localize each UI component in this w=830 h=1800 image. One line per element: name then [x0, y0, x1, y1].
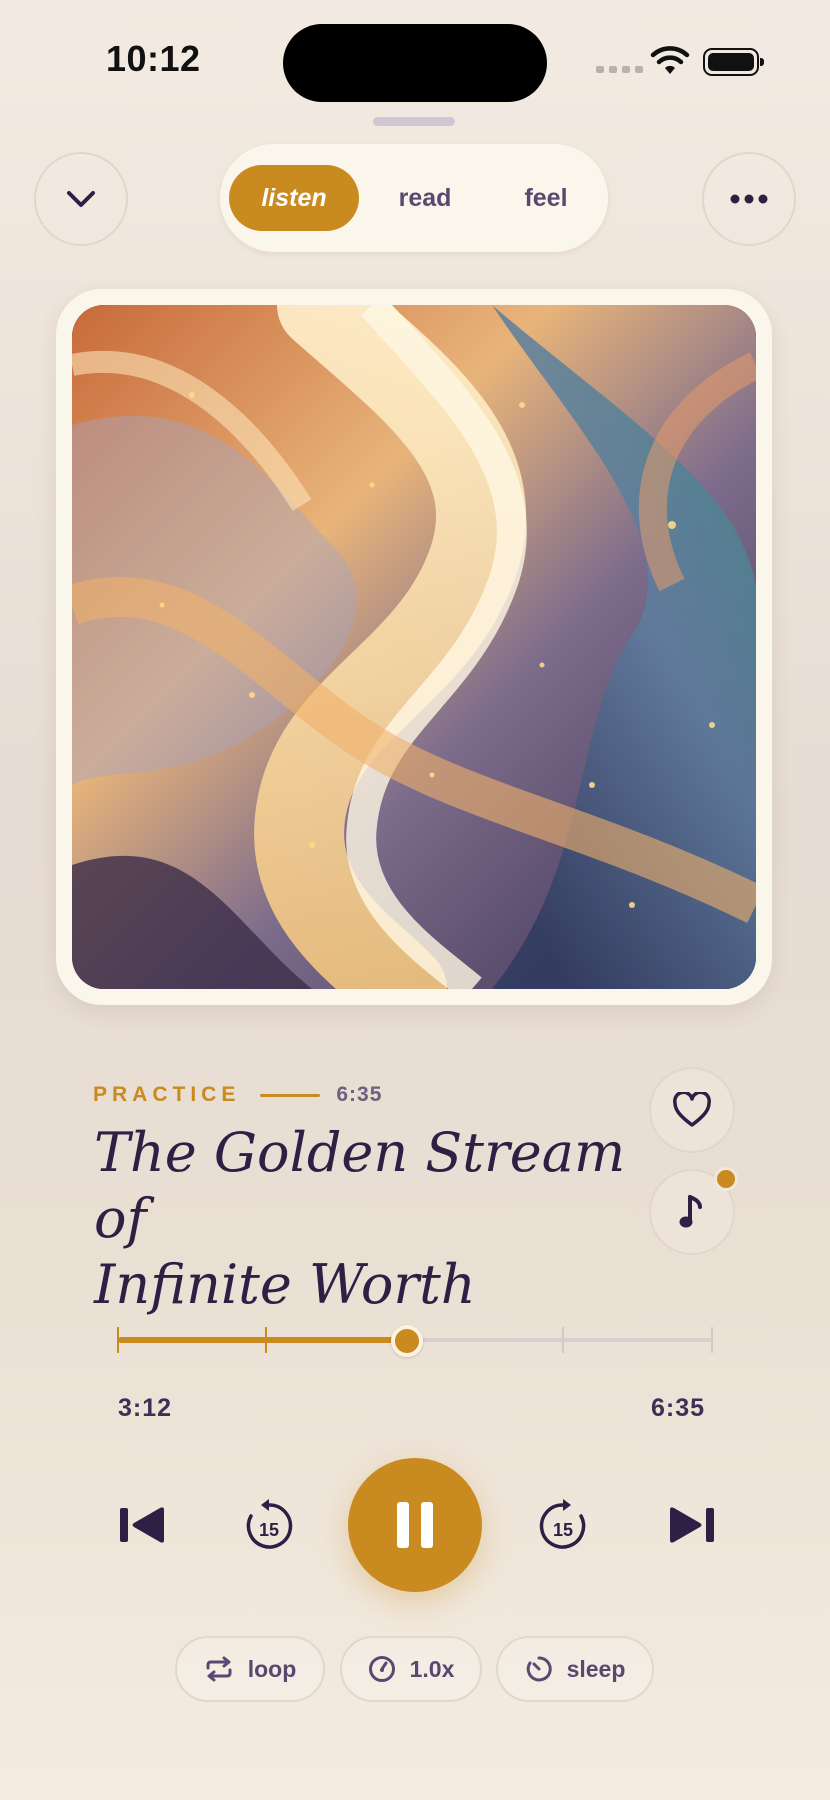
track-title-line1: The Golden Stream of [94, 1121, 626, 1250]
cellular-signal-icon [596, 66, 643, 73]
previous-track-button[interactable] [110, 1495, 174, 1555]
loop-label: loop [247, 1655, 297, 1682]
music-note-icon [679, 1195, 702, 1228]
skip-back-icon [120, 1507, 164, 1543]
total-time: 6:35 [651, 1394, 706, 1422]
chapter-marker [711, 1327, 713, 1353]
sleep-timer-button[interactable]: sleep [496, 1636, 654, 1702]
artwork-frame [56, 289, 772, 1005]
rewind-15-button[interactable]: 15 [239, 1495, 299, 1555]
wifi-icon [650, 46, 690, 74]
tab-feel[interactable]: feel [491, 165, 601, 231]
speed-label: 1.0x [409, 1655, 455, 1682]
progress-fill [118, 1337, 407, 1343]
timer-icon [526, 1656, 552, 1682]
svg-text:15: 15 [553, 1520, 573, 1540]
collapse-button[interactable] [34, 152, 128, 246]
skip-forward-icon [670, 1507, 714, 1543]
repeat-icon [206, 1656, 232, 1682]
mode-segmented-control: listen read feel [220, 144, 608, 252]
next-track-button[interactable] [660, 1495, 724, 1555]
pause-icon [397, 1502, 433, 1548]
tab-read[interactable]: read [359, 165, 491, 231]
svg-text:15: 15 [259, 1520, 279, 1540]
chapter-marker [265, 1327, 267, 1353]
track-title-line2: Infinite Worth [94, 1253, 476, 1316]
category-label: PRACTICE [93, 1083, 241, 1106]
sleep-label: sleep [566, 1655, 626, 1682]
meta-divider [260, 1093, 321, 1097]
pause-button[interactable] [348, 1458, 482, 1592]
sheet-grabber[interactable] [373, 117, 455, 126]
dynamic-island [283, 24, 547, 102]
chapter-marker [117, 1327, 119, 1353]
track-duration: 6:35 [336, 1083, 383, 1106]
tab-listen[interactable]: listen [229, 165, 359, 231]
more-options-button[interactable] [702, 152, 796, 246]
track-meta: PRACTICE 6:35 [93, 1083, 382, 1107]
battery-icon [703, 48, 764, 76]
forward-15-button[interactable]: 15 [533, 1495, 593, 1555]
album-artwork [72, 305, 756, 989]
heart-icon [673, 1092, 711, 1127]
favorite-button[interactable] [649, 1067, 735, 1153]
status-time: 10:12 [106, 38, 201, 79]
ambient-active-indicator [714, 1167, 738, 1191]
loop-button[interactable]: loop [175, 1636, 325, 1702]
playback-speed-button[interactable]: 1.0x [340, 1636, 482, 1702]
ellipsis-icon [730, 194, 768, 204]
elapsed-time: 3:12 [118, 1394, 173, 1422]
rewind-15-icon: 15 [246, 1499, 293, 1549]
progress-thumb[interactable] [391, 1325, 423, 1357]
chevron-down-icon [67, 191, 95, 207]
chapter-marker [562, 1327, 564, 1353]
speedometer-icon [368, 1656, 395, 1682]
forward-15-icon: 15 [539, 1499, 586, 1549]
track-title: The Golden Stream of Infinite Worth [94, 1120, 634, 1318]
